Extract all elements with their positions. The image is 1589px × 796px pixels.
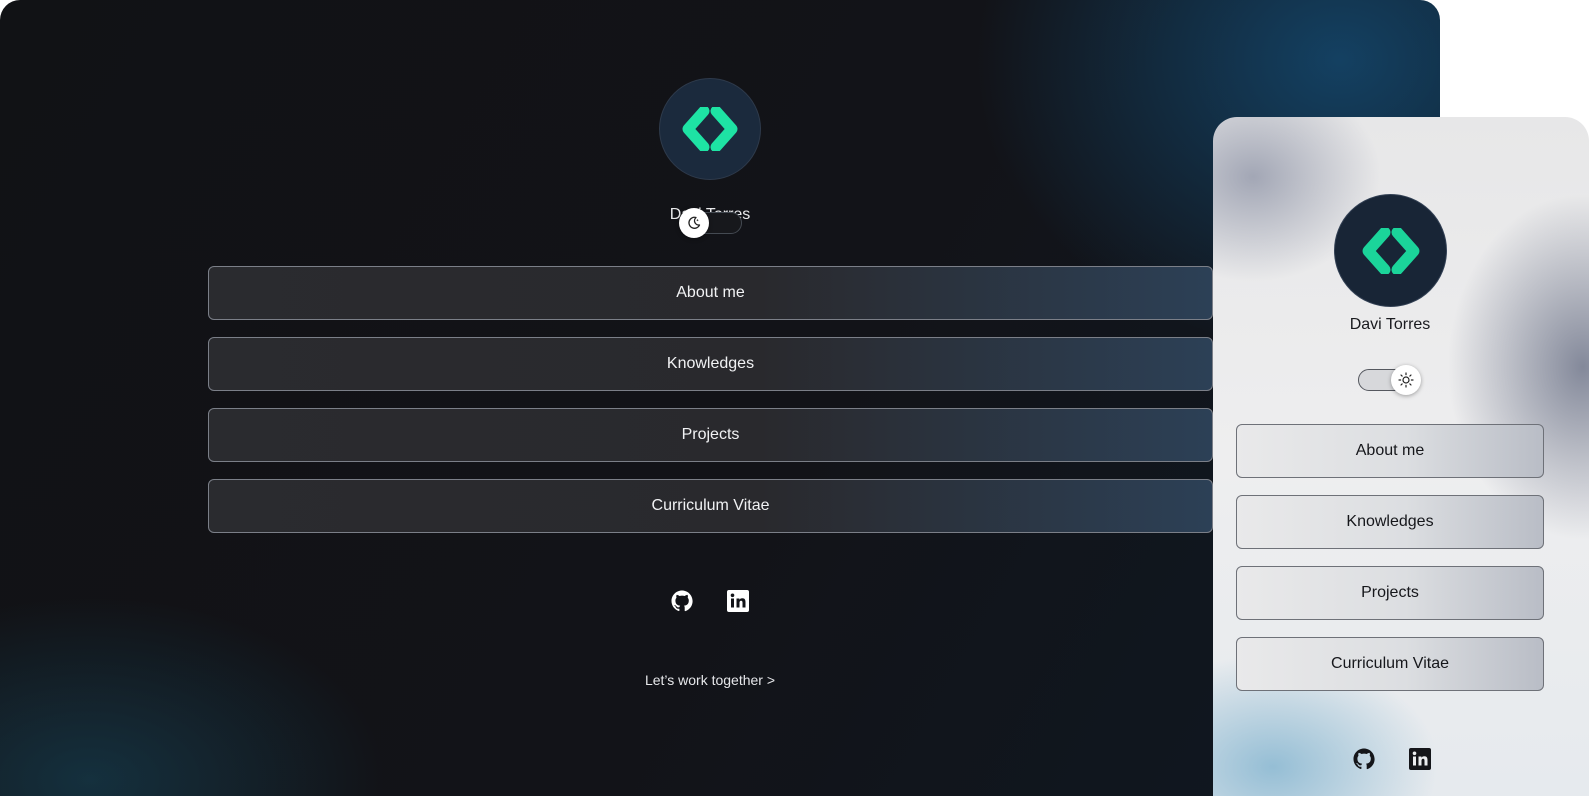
- sun-icon: [1398, 372, 1414, 388]
- menu-button-label: Knowledges: [666, 355, 755, 372]
- menu-button-knowledges[interactable]: Knowledges: [208, 337, 1213, 391]
- menu-button-projects[interactable]: Projects: [208, 408, 1213, 462]
- menu-button-label: Knowledges: [1346, 513, 1434, 530]
- mobile-light-preview: Davi Torres About me Knowledges Projects…: [1213, 117, 1589, 796]
- menu-button-label: About me: [1355, 442, 1425, 459]
- social-links: [670, 589, 750, 613]
- avatar: [659, 78, 761, 180]
- menu-button-label: Curriculum Vitae: [651, 497, 770, 514]
- theme-toggle-knob[interactable]: [1391, 365, 1421, 395]
- menu-button-cv[interactable]: Curriculum Vitae: [1236, 637, 1544, 691]
- github-icon[interactable]: [670, 589, 694, 613]
- code-brackets-logo-icon: [682, 107, 738, 151]
- code-brackets-logo-icon: [1362, 227, 1419, 274]
- theme-toggle[interactable]: [679, 208, 742, 238]
- menu-button-about[interactable]: About me: [1236, 424, 1544, 478]
- theme-toggle[interactable]: [1358, 365, 1421, 395]
- menu-button-projects[interactable]: Projects: [1236, 566, 1544, 620]
- social-links: [1352, 747, 1432, 771]
- moon-icon: [688, 216, 701, 229]
- profile-name: Davi Torres: [1349, 316, 1431, 333]
- menu-button-cv[interactable]: Curriculum Vitae: [208, 479, 1213, 533]
- menu-button-label: Projects: [681, 426, 740, 443]
- theme-toggle-knob[interactable]: [679, 208, 709, 238]
- avatar: [1334, 194, 1447, 307]
- github-icon[interactable]: [1352, 747, 1376, 771]
- menu-button-label: Projects: [1361, 584, 1419, 601]
- menu-button-label: About me: [676, 284, 745, 301]
- linkedin-icon[interactable]: [726, 589, 750, 613]
- linkedin-icon[interactable]: [1408, 747, 1432, 771]
- menu-button-label: Curriculum Vitae: [1331, 655, 1449, 672]
- lets-work-together-link[interactable]: Let’s work together >: [560, 672, 860, 688]
- menu-button-knowledges[interactable]: Knowledges: [1236, 495, 1544, 549]
- menu-button-about[interactable]: About me: [208, 266, 1213, 320]
